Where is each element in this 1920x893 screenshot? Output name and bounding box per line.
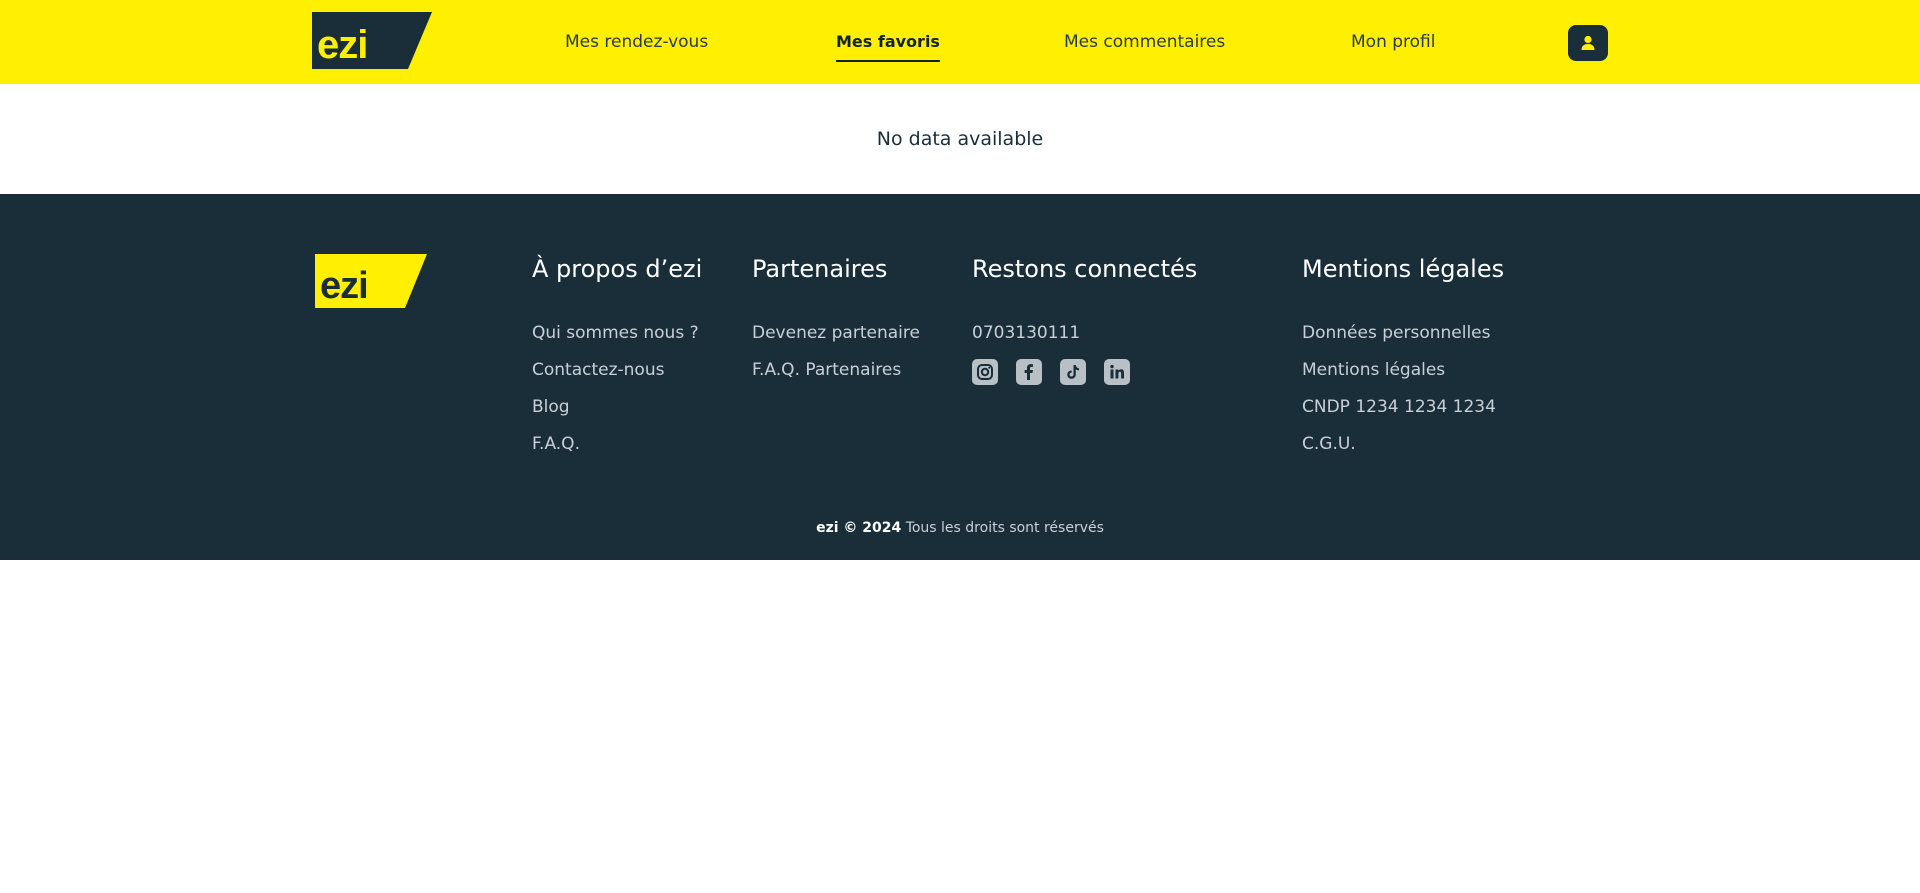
tiktok-link[interactable]	[1060, 359, 1086, 385]
footer-link-contactez-nous[interactable]: Contactez-nous	[532, 359, 664, 381]
footer-link-devenez-partenaire[interactable]: Devenez partenaire	[752, 322, 920, 344]
footer-link-qui-sommes-nous[interactable]: Qui sommes nous ?	[532, 322, 699, 344]
instagram-link[interactable]	[972, 359, 998, 385]
footer-link-cndp[interactable]: CNDP 1234 1234 1234	[1302, 396, 1496, 418]
top-header: ezi Mes rendez-vous Mes favoris Mes comm…	[0, 0, 1920, 84]
footer-ezi-logo[interactable]: ezi	[315, 254, 427, 308]
nav-mes-favoris-label: Mes favoris	[836, 32, 940, 51]
site-footer: ezi À propos d’ezi Qui sommes nous ? Con…	[0, 194, 1920, 560]
active-tab-underline	[836, 60, 940, 62]
footer-link-cgu[interactable]: C.G.U.	[1302, 433, 1356, 455]
footer-about-title: À propos d’ezi	[532, 255, 703, 283]
user-icon	[1581, 35, 1595, 50]
instagram-icon	[977, 364, 993, 380]
footer-legal-title: Mentions légales	[1302, 255, 1505, 283]
footer-partners-title: Partenaires	[752, 255, 888, 283]
copyright-text: Tous les droits sont réservés	[905, 520, 1104, 536]
linkedin-icon	[1110, 364, 1124, 379]
nav-mes-commentaires[interactable]: Mes commentaires	[1064, 32, 1225, 52]
footer-link-donnees-personnelles[interactable]: Données personnelles	[1302, 322, 1491, 344]
copyright-brand: ezi © 2024	[816, 520, 902, 536]
footer-connect-title: Restons connectés	[972, 255, 1198, 283]
nav-mes-favoris[interactable]: Mes favoris	[836, 32, 940, 62]
user-account-button[interactable]	[1568, 25, 1608, 61]
footer-link-blog[interactable]: Blog	[532, 396, 570, 418]
facebook-icon	[1024, 364, 1033, 380]
footer-link-faq-partenaires[interactable]: F.A.Q. Partenaires	[752, 359, 901, 381]
svg-text:ezi: ezi	[320, 265, 368, 307]
ezi-logo[interactable]: ezi	[312, 12, 432, 69]
tiktok-icon	[1067, 365, 1079, 379]
svg-text:ezi: ezi	[317, 23, 367, 67]
facebook-link[interactable]	[1016, 359, 1042, 385]
nav-mon-profil[interactable]: Mon profil	[1351, 32, 1436, 52]
footer-phone-number[interactable]: 0703130111	[972, 322, 1080, 344]
nav-mes-rendez-vous[interactable]: Mes rendez-vous	[565, 32, 708, 52]
footer-link-mentions-legales[interactable]: Mentions légales	[1302, 359, 1445, 381]
linkedin-link[interactable]	[1104, 359, 1130, 385]
empty-state-message: No data available	[876, 128, 1044, 150]
footer-link-faq[interactable]: F.A.Q.	[532, 433, 580, 455]
copyright-notice: ezi © 2024 Tous les droits sont réservés	[0, 519, 1920, 537]
